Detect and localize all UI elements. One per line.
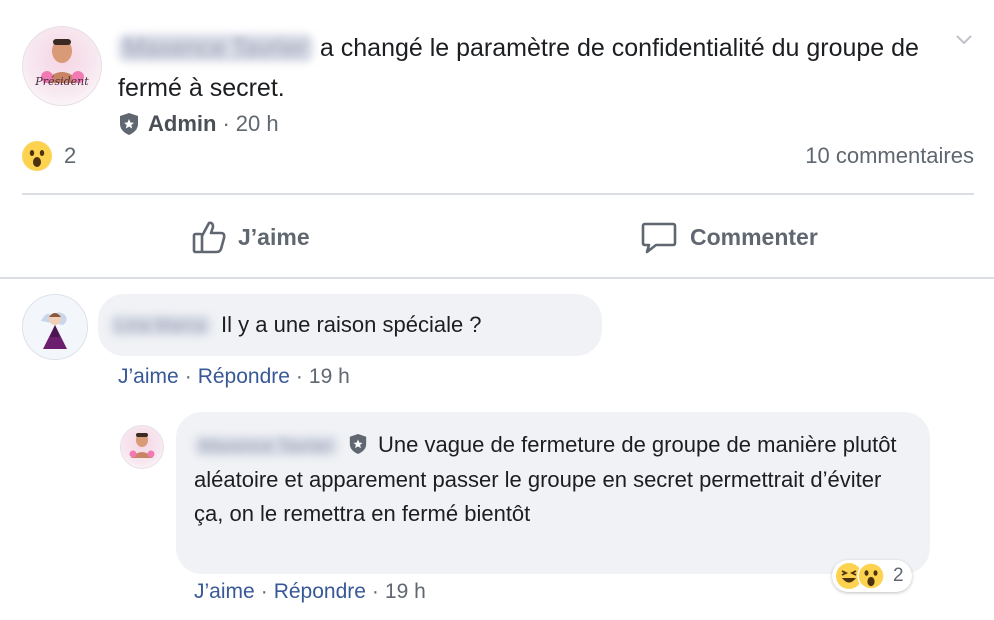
like-button-label: J’aime xyxy=(238,223,310,250)
reply-author-name[interactable]: Maxence Tavrier xyxy=(194,436,338,456)
post-headline: Maxence Tavrier a changé le paramètre de… xyxy=(118,28,928,108)
post-menu-button[interactable] xyxy=(952,30,976,50)
divider xyxy=(22,193,974,195)
reply-bubble: Maxence Tavrier Une vague de fermeture d… xyxy=(176,412,930,574)
comment-text: Il y a une raison spéciale ? xyxy=(221,312,482,337)
chevron-down-icon xyxy=(956,35,972,45)
avatar-caption: Président xyxy=(35,75,89,88)
post-time[interactable]: 20 h xyxy=(236,111,279,137)
comment-button[interactable]: Commenter xyxy=(640,212,818,262)
reply-time[interactable]: 19 h xyxy=(385,580,426,604)
comment-bubble: Lina Marca Il y a une raison spéciale ? xyxy=(98,294,602,356)
thumbs-up-icon xyxy=(192,221,226,254)
post-reaction-count: 2 xyxy=(64,143,77,168)
shield-star-icon xyxy=(349,434,367,454)
admin-badge-label[interactable]: Admin xyxy=(148,111,216,137)
wow-emoji-icon xyxy=(22,141,52,171)
comment-author-name[interactable]: Lina Marca xyxy=(110,314,212,336)
reply-reactions[interactable]: 2 xyxy=(832,560,912,592)
like-button[interactable]: J’aime xyxy=(190,212,310,262)
shield-star-icon xyxy=(120,113,138,135)
reply-author-avatar[interactable] xyxy=(120,425,164,469)
comment-author-avatar[interactable] xyxy=(22,294,88,360)
post-reactions-summary[interactable]: 2 xyxy=(22,140,76,172)
post-author-name[interactable]: Maxence Tavrier xyxy=(118,34,313,62)
wow-emoji-icon xyxy=(857,562,885,590)
comment-reply-link[interactable]: Répondre xyxy=(198,365,290,389)
post-author-avatar[interactable]: Président xyxy=(22,26,102,106)
reply-actions: J’aime · Répondre · 19 h xyxy=(194,580,426,604)
reply-reaction-count: 2 xyxy=(893,565,904,586)
comment-button-label: Commenter xyxy=(690,223,818,250)
speech-bubble-icon xyxy=(641,222,677,254)
post-meta: Admin · 20 h xyxy=(118,110,279,138)
divider xyxy=(0,277,994,279)
reply-reply-link[interactable]: Répondre xyxy=(274,580,366,604)
post-comments-count[interactable]: 10 commentaires xyxy=(805,140,974,172)
reply-like-link[interactable]: J’aime xyxy=(194,580,255,604)
comment-actions: J’aime · Répondre · 19 h xyxy=(118,365,350,389)
comment-like-link[interactable]: J’aime xyxy=(118,365,179,389)
comment-time[interactable]: 19 h xyxy=(309,365,350,389)
